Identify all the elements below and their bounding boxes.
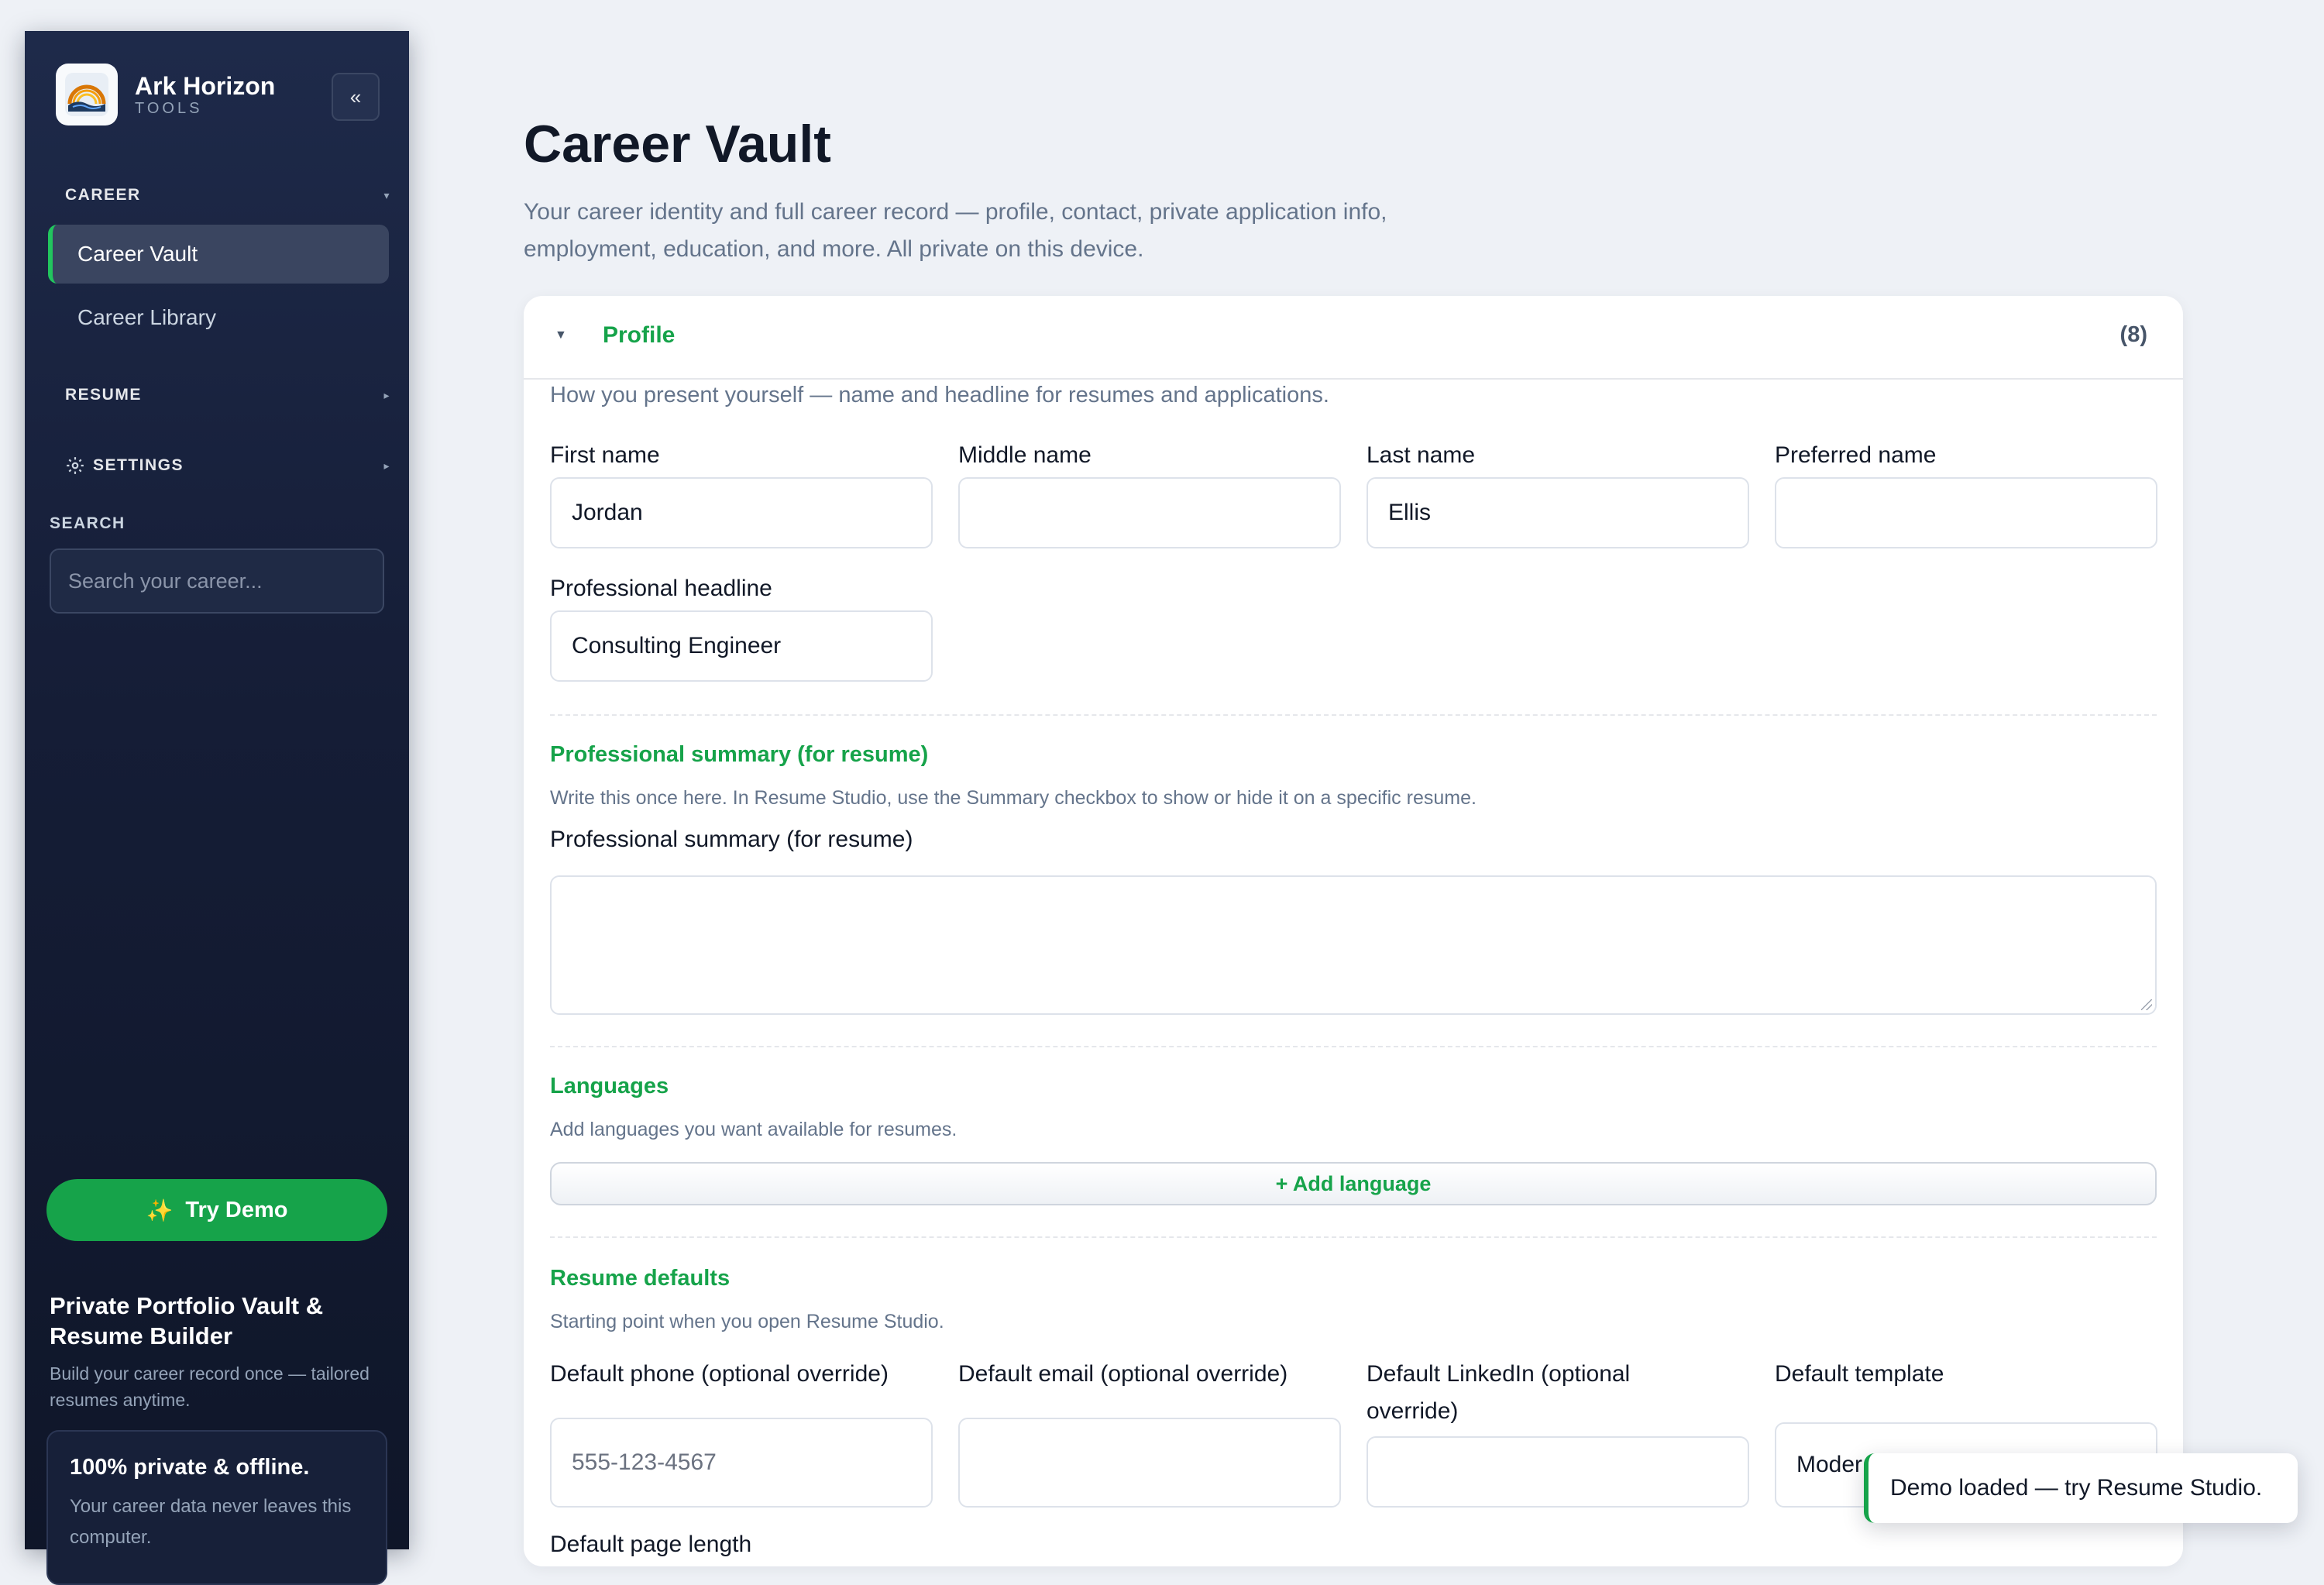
brand-name: Ark Horizon (135, 72, 276, 100)
page-description: Your career identity and full career rec… (524, 199, 1387, 262)
section-divider (550, 714, 2157, 716)
sparkles-icon: ✨ (146, 1198, 174, 1222)
collapse-triangle-icon: ▼ (555, 328, 567, 342)
section-resume-toggle[interactable]: RESUME ▸ (65, 386, 390, 404)
section-settings-label: SETTINGS (93, 456, 184, 474)
first-name-label: First name (550, 442, 660, 468)
summary-section-description: Write this once here. In Resume Studio, … (550, 787, 1477, 809)
gear-icon (65, 456, 85, 476)
default-linkedin-input[interactable] (1367, 1436, 1749, 1508)
headline-label: Professional headline (550, 576, 772, 601)
profile-card-header[interactable]: ▼ Profile (8) (524, 296, 2183, 380)
profile-field-count: (8) (2119, 322, 2147, 347)
caret-down-icon: ▾ (383, 188, 390, 201)
summary-section-title: Professional summary (for resume) (550, 742, 929, 767)
privacy-description: Your career data never leaves this compu… (70, 1496, 352, 1548)
middle-name-label: Middle name (958, 442, 1092, 468)
preferred-name-input[interactable] (1775, 477, 2157, 548)
search-input[interactable]: Search your career... (50, 548, 384, 614)
section-settings-toggle[interactable]: SETTINGS ▸ (65, 456, 390, 476)
default-template-value: Moder (1796, 1452, 1863, 1477)
try-demo-button[interactable]: ✨ Try Demo (46, 1179, 387, 1241)
brand-subtitle: TOOLS (135, 100, 203, 117)
add-language-button[interactable]: + Add language (550, 1162, 2157, 1205)
profile-title: Profile (603, 322, 676, 348)
section-divider (550, 1236, 2157, 1238)
default-phone-label: Default phone (optional override) (550, 1361, 889, 1387)
profile-intro: How you present yourself — name and head… (550, 383, 1329, 407)
search-label: SEARCH (50, 514, 125, 532)
default-email-input[interactable] (958, 1418, 1341, 1508)
middle-name-input[interactable] (958, 477, 1341, 548)
resume-defaults-description: Starting point when you open Resume Stud… (550, 1311, 944, 1332)
languages-section-title: Languages (550, 1074, 669, 1098)
section-career-label: CAREER (65, 186, 141, 204)
default-phone-input[interactable]: 555-123-4567 (550, 1418, 933, 1508)
promo-title: Private Portfolio Vault & Resume Builder (50, 1292, 324, 1349)
ark-horizon-logo-icon (56, 64, 118, 125)
preferred-name-label: Preferred name (1775, 442, 1937, 468)
search-placeholder: Search your career... (68, 569, 263, 593)
first-name-value: Jordan (572, 500, 643, 525)
toast-message: Demo loaded — try Resume Studio. (1890, 1475, 2263, 1501)
last-name-label: Last name (1367, 442, 1476, 468)
collapse-sidebar-button[interactable]: « (332, 73, 380, 121)
summary-textarea[interactable] (550, 875, 2157, 1015)
resume-defaults-title: Resume defaults (550, 1266, 731, 1291)
privacy-title: 100% private & offline. (70, 1455, 310, 1480)
section-resume-label: RESUME (65, 386, 142, 404)
sidebar-item-label: Career Library (77, 305, 216, 329)
default-linkedin-label: Default LinkedIn (optional override) (1367, 1361, 1631, 1424)
sidebar-item-career-library[interactable]: Career Library (48, 288, 389, 347)
default-page-length-label: Default page length (550, 1532, 752, 1557)
headline-input[interactable]: Consulting Engineer (550, 610, 933, 682)
try-demo-label: Try Demo (185, 1197, 288, 1222)
sidebar: Ark Horizon TOOLS « CAREER ▾ Career Vaul… (25, 31, 409, 1585)
summary-label: Professional summary (for resume) (550, 827, 913, 852)
caret-right-icon: ▸ (383, 459, 390, 472)
section-divider (550, 1046, 2157, 1047)
last-name-input[interactable]: Ellis (1367, 477, 1749, 548)
promo-description: Build your career record once — tailored… (50, 1363, 370, 1410)
sidebar-item-label: Career Vault (77, 242, 198, 266)
section-career-toggle[interactable]: CAREER ▾ (65, 186, 390, 205)
resize-grip-icon[interactable] (2141, 999, 2152, 1010)
languages-section-description: Add languages you want available for res… (550, 1119, 957, 1140)
privacy-card: 100% private & offline. Your career data… (46, 1430, 387, 1585)
caret-right-icon: ▸ (383, 388, 390, 401)
profile-card: ▼ Profile (8) How you present yourself —… (524, 296, 2183, 1566)
sidebar-item-career-vault[interactable]: Career Vault (48, 225, 389, 284)
page-title: Career Vault (524, 115, 831, 174)
brand[interactable]: Ark Horizon TOOLS (56, 64, 275, 125)
last-name-value: Ellis (1388, 500, 1432, 525)
toast-notification[interactable]: Demo loaded — try Resume Studio. (1864, 1453, 2298, 1523)
default-template-label: Default template (1775, 1361, 1944, 1387)
default-phone-placeholder: 555-123-4567 (572, 1449, 717, 1475)
first-name-input[interactable]: Jordan (550, 477, 933, 548)
default-email-label: Default email (optional override) (958, 1361, 1288, 1387)
headline-value: Consulting Engineer (572, 633, 782, 658)
